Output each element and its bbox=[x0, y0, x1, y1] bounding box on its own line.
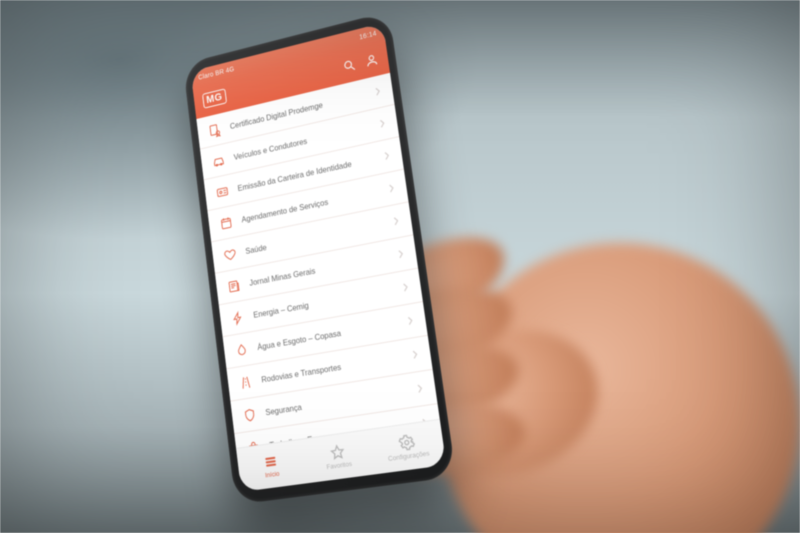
app-screen: Claro BR 4G 16:14 MG Certificado Digit bbox=[191, 23, 447, 492]
list-item[interactable]: Rodovias e Transportes bbox=[227, 336, 433, 402]
chevron-right-icon bbox=[417, 383, 424, 394]
list-item-label: Certificado Digital Prodemge bbox=[229, 90, 366, 130]
list-item-label: Segurança bbox=[265, 386, 408, 417]
tab-bar: Início Favoritos Configurações bbox=[236, 419, 446, 492]
status-bar: Claro BR 4G 16:14 bbox=[191, 23, 386, 88]
bolt-icon bbox=[230, 309, 245, 326]
list-item-label: Jornal Minas Gerais bbox=[249, 252, 389, 287]
search-icon[interactable] bbox=[342, 57, 357, 74]
car-icon bbox=[211, 152, 226, 169]
list-item[interactable]: Jornal Minas Gerais bbox=[215, 235, 418, 305]
chevron-right-icon bbox=[393, 216, 400, 227]
list-item[interactable]: Segurança bbox=[230, 370, 437, 434]
list-item[interactable]: Veículos e Condutores bbox=[200, 105, 399, 181]
list-item[interactable]: Agendamento de Serviços bbox=[207, 170, 408, 243]
list-item-label: Água e Esgoto – Copasa bbox=[257, 319, 399, 352]
app-logo: MG bbox=[202, 88, 227, 108]
chevron-right-icon bbox=[402, 282, 409, 293]
list-item-label: Energia – Cemig bbox=[253, 285, 394, 319]
app-header: MG bbox=[193, 40, 390, 119]
chevron-right-icon bbox=[398, 249, 405, 260]
carrier-label: Claro BR 4G bbox=[198, 66, 235, 81]
chevron-right-icon bbox=[412, 349, 419, 360]
list-item-label: Emissão da Carteira de Identidade bbox=[237, 154, 375, 192]
clock-label: 16:14 bbox=[359, 30, 377, 41]
list-item-label: Trabalho e Emprego bbox=[269, 420, 413, 448]
service-list: Certificado Digital ProdemgeVeículos e C… bbox=[196, 73, 439, 448]
chevron-right-icon bbox=[407, 315, 414, 326]
tab-home-label: Início bbox=[265, 471, 280, 480]
home-icon bbox=[262, 452, 279, 470]
briefcase-icon bbox=[246, 439, 261, 448]
list-item-label: Veículos e Condutores bbox=[233, 122, 371, 161]
list-item[interactable]: Energia – Cemig bbox=[219, 269, 423, 338]
list-item[interactable]: Trabalho e Emprego bbox=[234, 404, 439, 448]
list-item-label: Rodovias e Transportes bbox=[261, 352, 404, 384]
chevron-right-icon bbox=[379, 118, 386, 129]
chevron-right-icon bbox=[421, 417, 428, 428]
road-icon bbox=[238, 374, 253, 391]
tab-favorites[interactable]: Favoritos bbox=[302, 430, 376, 483]
tab-settings-label: Configurações bbox=[388, 450, 430, 463]
phone-frame: Claro BR 4G 16:14 MG Certificado Digit bbox=[183, 11, 456, 505]
list-item[interactable]: Certificado Digital Prodemge bbox=[196, 73, 394, 150]
shield-icon bbox=[242, 406, 257, 423]
calendar-icon bbox=[219, 214, 234, 231]
chevron-right-icon bbox=[384, 150, 391, 161]
list-item-label: Agendamento de Serviços bbox=[241, 187, 380, 224]
id-card-icon bbox=[215, 183, 230, 200]
tab-home[interactable]: Início bbox=[236, 440, 307, 492]
tab-settings[interactable]: Configurações bbox=[369, 420, 446, 475]
certificate-icon bbox=[208, 121, 223, 138]
heart-icon bbox=[223, 246, 238, 263]
tab-favorites-label: Favoritos bbox=[326, 461, 352, 472]
list-item-label: Saúde bbox=[245, 219, 385, 255]
droplet-icon bbox=[234, 341, 249, 358]
newspaper-icon bbox=[226, 277, 241, 294]
list-item[interactable]: Água e Esgoto – Copasa bbox=[223, 302, 428, 369]
list-item[interactable]: Saúde bbox=[211, 202, 413, 273]
list-item[interactable]: Emissão da Carteira de Identidade bbox=[204, 137, 404, 211]
star-icon bbox=[329, 443, 346, 461]
gear-icon bbox=[398, 433, 416, 452]
profile-icon[interactable] bbox=[364, 52, 379, 69]
chevron-right-icon bbox=[375, 86, 382, 97]
chevron-right-icon bbox=[388, 183, 395, 194]
